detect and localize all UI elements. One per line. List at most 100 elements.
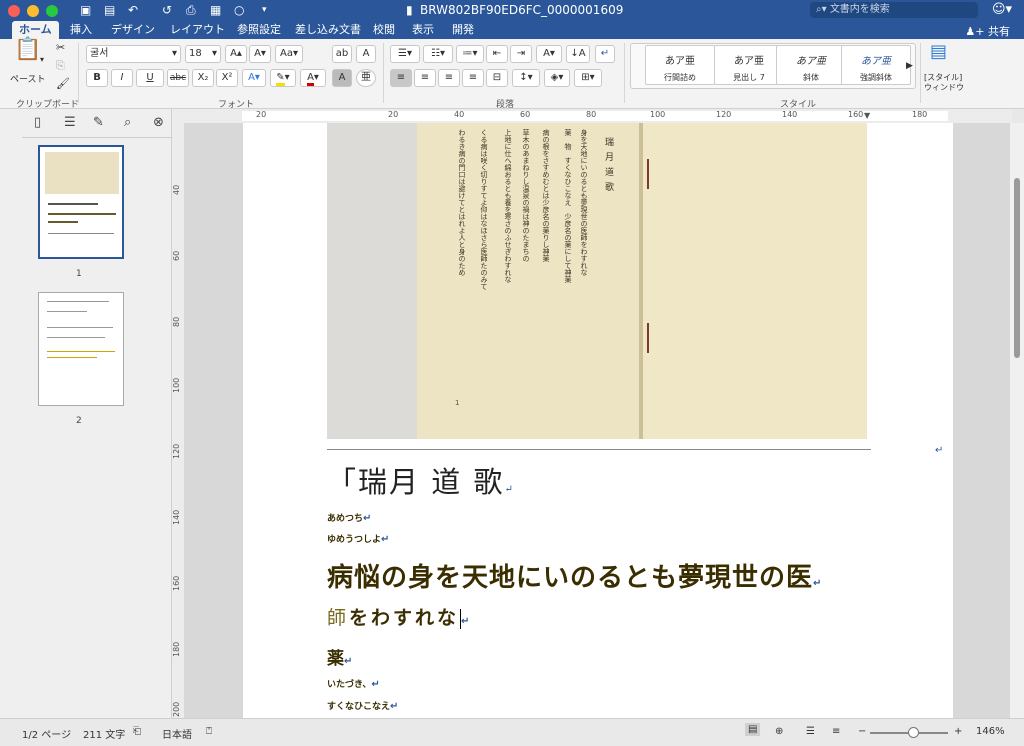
bold-button[interactable]: B xyxy=(86,69,108,87)
page-thumbnail-2[interactable] xyxy=(38,292,124,406)
document-canvas[interactable]: 瑞月道歌 身を天地にいのるとも夢現世の医師をわすれな 薬 物 すくなひこなえ 少… xyxy=(184,123,1010,718)
highlight-color-button[interactable]: ✎▾ xyxy=(270,69,296,87)
font-color-button[interactable]: A▾ xyxy=(300,69,326,87)
line-spacing-button[interactable]: ↕▾ xyxy=(512,69,540,87)
sidebar-toggle-icon[interactable]: ▣ xyxy=(80,3,91,17)
decrease-font-size-button[interactable]: A▾ xyxy=(249,45,271,63)
enclose-characters-button[interactable]: 亜 xyxy=(356,69,376,87)
italic-button[interactable]: I xyxy=(111,69,133,87)
align-center-button[interactable]: ≡ xyxy=(414,69,436,87)
doc-line-ruby-3[interactable]: いたづき、↵ xyxy=(327,677,380,690)
zoom-in-button[interactable]: + xyxy=(954,726,962,737)
web-layout-view-icon[interactable]: ⊕ xyxy=(775,726,783,737)
document-page[interactable]: 瑞月道歌 身を天地にいのるとも夢現世の医師をわすれな 薬 物 すくなひこなえ 少… xyxy=(243,123,953,718)
strikethrough-button[interactable]: abc xyxy=(167,69,189,87)
close-pane-icon[interactable]: ⊗ xyxy=(153,115,164,130)
justify-button[interactable]: ≡ xyxy=(462,69,484,87)
cut-icon[interactable]: ✂ xyxy=(56,41,65,55)
paste-dropdown-icon[interactable]: ▾ xyxy=(40,53,44,67)
doc-line-ruby-1[interactable]: あめつち↵ xyxy=(327,511,371,524)
doc-line-ruby-2[interactable]: ゆめうつしよ↵ xyxy=(327,532,389,545)
character-shading-button[interactable]: A xyxy=(332,69,352,87)
scrollbar-thumb[interactable] xyxy=(1014,178,1020,358)
increase-font-size-button[interactable]: A▴ xyxy=(225,45,247,63)
minimize-window-button[interactable] xyxy=(27,5,39,17)
show-marks-button[interactable]: ↵ xyxy=(595,45,615,63)
outline-icon[interactable]: ☰ xyxy=(64,115,76,130)
scanned-page-image[interactable]: 瑞月道歌 身を天地にいのるとも夢現世の医師をわすれな 薬 物 すくなひこなえ 少… xyxy=(327,123,867,439)
align-left-button[interactable]: ≡ xyxy=(390,69,412,87)
numbering-button[interactable]: ☷▾ xyxy=(423,45,453,63)
share-button[interactable]: ♟+ 共有 xyxy=(965,23,1010,39)
proofing-icon[interactable]: ⎗ xyxy=(133,726,141,737)
tab-review[interactable]: 校閲 xyxy=(373,23,395,37)
style-heading-7[interactable]: あア亜 見出し 7 xyxy=(714,45,784,85)
increase-indent-button[interactable]: ⇥ xyxy=(510,45,532,63)
tab-mailings[interactable]: 差し込み文書 xyxy=(295,23,361,37)
zoom-out-button[interactable]: − xyxy=(858,726,866,737)
doc-line-kusuri[interactable]: 薬↵ xyxy=(327,644,352,669)
smiley-feedback-icon[interactable]: ☺▾ xyxy=(992,3,1012,17)
align-right-button[interactable]: ≡ xyxy=(438,69,460,87)
language-indicator[interactable]: 日本語 xyxy=(162,726,192,741)
format-painter-icon[interactable]: 🖌 xyxy=(56,77,70,91)
shape-icon[interactable]: ○ xyxy=(234,3,244,17)
font-size-select[interactable]: 18 ▾ xyxy=(185,45,221,63)
doc-poem-line-1[interactable]: 病悩の身を天地にいのるとも夢現世の医↵ xyxy=(327,557,822,594)
save-icon[interactable]: ▤ xyxy=(104,3,115,17)
tab-insert[interactable]: 挿入 xyxy=(70,23,92,37)
style-intense-emphasis[interactable]: あア亜 強調斜体 xyxy=(841,45,911,85)
undo-icon[interactable]: ↶ xyxy=(128,3,138,17)
outline-view-icon[interactable]: ☰ xyxy=(806,726,815,737)
bullets-button[interactable]: ☰▾ xyxy=(390,45,420,63)
decrease-indent-button[interactable]: ⇤ xyxy=(486,45,508,63)
indent-marker-icon[interactable]: ▼ xyxy=(864,111,870,120)
print-icon[interactable]: ⎙ xyxy=(186,3,196,17)
tab-layout[interactable]: レイアウト xyxy=(170,23,225,37)
copy-icon[interactable]: ⎘ xyxy=(56,59,65,73)
distributed-button[interactable]: ⊟ xyxy=(486,69,508,87)
search-icon[interactable]: ⌕ xyxy=(124,115,131,130)
word-count[interactable]: 211 文字 xyxy=(83,726,125,741)
page-count[interactable]: 1/2 ページ xyxy=(22,726,71,741)
thumbnails-icon[interactable]: ▯ xyxy=(34,115,41,130)
paste-button-label[interactable]: ペースト xyxy=(10,73,46,87)
text-effects-button[interactable]: A▾ xyxy=(242,69,266,87)
asian-layout-button[interactable]: A▾ xyxy=(536,45,562,63)
styles-pane-button[interactable]: [スタイル] ウィンドウ xyxy=(924,73,968,93)
borders-button[interactable]: ⊞▾ xyxy=(574,69,602,87)
zoom-window-button[interactable] xyxy=(46,5,58,17)
close-window-button[interactable] xyxy=(8,5,20,17)
zoom-level[interactable]: 146% xyxy=(976,726,1005,737)
print-layout-view-icon[interactable]: ▤ xyxy=(745,723,761,736)
vertical-scrollbar[interactable] xyxy=(1010,123,1024,718)
page-thumbnail-1[interactable] xyxy=(38,145,124,259)
doc-poem-line-2[interactable]: 師をわすれな ↵ xyxy=(327,603,472,630)
customize-toolbar-icon[interactable]: ▾ xyxy=(262,3,267,17)
doc-line-ruby-4[interactable]: すくなひこなえ↵ xyxy=(327,699,398,712)
style-emphasis[interactable]: あア亜 斜体 xyxy=(776,45,846,85)
zoom-slider-handle[interactable] xyxy=(907,727,919,738)
sort-button[interactable]: ↓A xyxy=(566,45,590,63)
draft-view-icon[interactable]: ≡ xyxy=(832,726,840,737)
change-case-button[interactable]: Aa▾ xyxy=(275,45,303,63)
underline-button[interactable]: U xyxy=(136,69,164,87)
character-border-button[interactable]: A xyxy=(356,45,376,63)
multilevel-list-button[interactable]: ≔▾ xyxy=(456,45,484,63)
gallery-expand-icon[interactable]: ▶ xyxy=(906,59,913,73)
horizontal-ruler[interactable]: 20 20 40 60 80 100 120 140 160 180 ▼ xyxy=(172,109,1012,123)
paste-icon[interactable]: 📋 xyxy=(14,39,41,61)
clear-formatting-button[interactable]: ab xyxy=(332,45,352,63)
document-search-input[interactable]: ⌕▾ 文書内を検索 xyxy=(810,2,978,18)
shading-button[interactable]: ◈▾ xyxy=(544,69,570,87)
tab-design[interactable]: デザイン xyxy=(111,23,155,37)
style-no-spacing[interactable]: あア亜 行間詰め xyxy=(645,45,715,85)
styles-pane-icon[interactable]: ▤ xyxy=(930,43,947,61)
subscript-button[interactable]: X₂ xyxy=(192,69,214,87)
macro-icon[interactable]: ⍞ xyxy=(206,726,212,737)
superscript-button[interactable]: X² xyxy=(216,69,238,87)
tab-view[interactable]: 表示 xyxy=(412,23,434,37)
tab-references[interactable]: 参照設定 xyxy=(237,23,281,37)
comments-icon[interactable]: ✎ xyxy=(93,115,104,130)
format-icon[interactable]: ▦ xyxy=(210,3,221,17)
